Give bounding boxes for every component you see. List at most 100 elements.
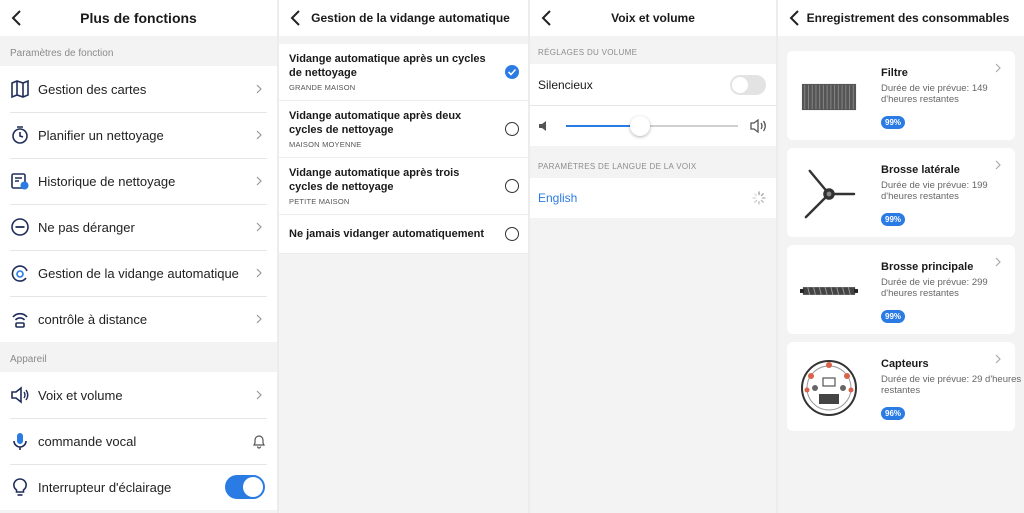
consumable-life: Durée de vie prévue: 149 d'heures restan… — [881, 83, 988, 105]
menu-item-label: Gestion des cartes — [38, 81, 147, 97]
page-title: Voix et volume — [611, 11, 695, 25]
option-subtitle: MAISON MOYENNE — [289, 140, 362, 149]
silent-toggle[interactable] — [730, 74, 766, 95]
menu-item-auto-empty[interactable]: Gestion de la vidange automatique — [0, 250, 277, 296]
menu-item-label: Gestion de la vidange automatique — [38, 265, 239, 281]
volume-settings: Silencieux — [530, 64, 776, 146]
chevron-right-icon — [995, 354, 1001, 364]
option-three-cycles[interactable]: Vidange automatique après trois cycles d… — [279, 158, 528, 215]
menu-item-do-not-disturb[interactable]: Ne pas déranger — [0, 204, 277, 250]
bell-icon[interactable] — [251, 433, 267, 449]
menu-item-label: Historique de nettoyage — [38, 173, 176, 189]
chevron-right-icon — [995, 257, 1001, 267]
consumable-percent-badge: 96% — [881, 407, 906, 420]
back-arrow-icon[interactable] — [538, 8, 558, 28]
auto-empty-icon — [10, 263, 30, 283]
remote-control-icon — [10, 309, 30, 329]
filter-image — [799, 69, 859, 124]
history-icon — [10, 171, 30, 191]
section-label: RÉGLAGES DU VOLUME — [538, 48, 638, 57]
menu-item-label: contrôle à distance — [38, 311, 148, 327]
option-two-cycles[interactable]: Vidange automatique après deux cycles de… — [279, 101, 528, 158]
header: Voix et volume — [530, 0, 776, 36]
back-arrow-icon[interactable] — [8, 8, 28, 28]
light-toggle[interactable] — [225, 475, 265, 499]
auto-empty-options: Vidange automatique après un cycles de n… — [279, 44, 528, 254]
menu-item-label: Interrupteur d'éclairage — [38, 479, 172, 495]
radio-unselected[interactable] — [505, 227, 519, 241]
menu-item-label: Voix et volume — [38, 387, 123, 403]
option-title: Vidange automatique après un cycles de n… — [289, 53, 486, 79]
page-title: Enregistrement des consommables — [806, 11, 1010, 25]
consumable-name: Brosse latérale — [881, 164, 960, 176]
consumable-percent-badge: 99% — [881, 310, 906, 323]
consumable-name: Filtre — [881, 67, 908, 79]
volume-knob[interactable] — [629, 116, 650, 136]
consumable-card-main-brush[interactable]: Brosse principale Durée de vie prévue: 2… — [787, 245, 1015, 334]
header: Enregistrement des consommables — [778, 0, 1024, 36]
chevron-right-icon — [256, 268, 262, 278]
device-list: Voix et volume commande vocal Interrupte… — [0, 372, 277, 510]
radio-unselected[interactable] — [505, 179, 519, 193]
page-title: Gestion de la vidange automatique — [311, 11, 510, 25]
section-label: Appareil — [10, 354, 47, 365]
menu-item-remote-control[interactable]: contrôle à distance — [0, 296, 277, 342]
main-brush-image — [799, 263, 859, 318]
radio-selected[interactable] — [505, 65, 519, 79]
consumable-life: Durée de vie prévue: 29 d'heures restant… — [881, 374, 1022, 396]
silent-label: Silencieux — [538, 77, 593, 92]
menu-item-voice-volume[interactable]: Voix et volume — [0, 372, 277, 418]
page-title: Plus de fonctions — [80, 10, 197, 26]
section-label: PARAMÈTRES DE LANGUE DE LA VOIX — [538, 162, 697, 171]
chevron-right-icon — [256, 130, 262, 140]
option-title: Vidange automatique après deux cycles de… — [289, 110, 462, 136]
consumable-card-sensors[interactable]: Capteurs Durée de vie prévue: 29 d'heure… — [787, 342, 1021, 431]
volume-high-icon — [750, 118, 766, 134]
volume-slider-row — [530, 106, 776, 146]
chevron-right-icon — [256, 84, 262, 94]
function-settings-list: Gestion des cartes Planifier un nettoyag… — [0, 66, 277, 342]
microphone-icon — [10, 431, 30, 451]
voice-volume-panel: Voix et volume RÉGLAGES DU VOLUME Silenc… — [530, 0, 776, 513]
sensors-image — [799, 359, 859, 416]
option-subtitle: GRANDE MAISON — [289, 83, 356, 92]
menu-item-label: Planifier un nettoyage — [38, 127, 164, 143]
menu-item-label: commande vocal — [38, 433, 137, 449]
map-icon — [10, 79, 30, 99]
consumable-name: Brosse principale — [881, 261, 974, 273]
section-label: Paramètres de fonction — [10, 48, 114, 59]
consumable-card-filter[interactable]: Filtre Durée de vie prévue: 149 d'heures… — [787, 51, 1015, 140]
consumable-percent-badge: 99% — [881, 116, 906, 129]
option-title: Vidange automatique après trois cycles d… — [289, 167, 460, 193]
menu-item-history[interactable]: Historique de nettoyage — [0, 158, 277, 204]
menu-item-schedule[interactable]: Planifier un nettoyage — [0, 112, 277, 158]
option-never[interactable]: Ne jamais vidanger automatiquement — [279, 215, 528, 254]
radio-unselected[interactable] — [505, 122, 519, 136]
chevron-right-icon — [256, 314, 262, 324]
language-value: English — [538, 191, 578, 205]
do-not-disturb-icon — [10, 217, 30, 237]
volume-fill — [566, 125, 640, 127]
side-brush-image — [799, 166, 859, 221]
silent-row: Silencieux — [530, 64, 776, 106]
consumable-name: Capteurs — [881, 358, 929, 370]
volume-slider[interactable] — [566, 116, 738, 136]
header: Plus de fonctions — [0, 0, 277, 36]
consumable-percent-badge: 99% — [881, 213, 906, 226]
option-title: Ne jamais vidanger automatiquement — [289, 228, 484, 240]
chevron-right-icon — [995, 160, 1001, 170]
menu-item-map-management[interactable]: Gestion des cartes — [0, 66, 277, 112]
back-arrow-icon[interactable] — [786, 8, 806, 28]
back-arrow-icon[interactable] — [287, 8, 307, 28]
more-functions-panel: Plus de fonctions Paramètres de fonction… — [0, 0, 277, 513]
consumable-life: Durée de vie prévue: 199 d'heures restan… — [881, 180, 988, 202]
consumables-panel: Enregistrement des consommables Filtre D… — [778, 0, 1024, 513]
menu-item-light-switch: Interrupteur d'éclairage — [0, 464, 277, 510]
auto-empty-panel: Gestion de la vidange automatique Vidang… — [279, 0, 528, 513]
chevron-right-icon — [256, 222, 262, 232]
menu-item-voice-command[interactable]: commande vocal — [0, 418, 277, 464]
language-row[interactable]: English — [530, 178, 776, 218]
consumable-card-side-brush[interactable]: Brosse latérale Durée de vie prévue: 199… — [787, 148, 1015, 237]
option-subtitle: PETITE MAISON — [289, 197, 350, 206]
option-one-cycle[interactable]: Vidange automatique après un cycles de n… — [279, 44, 528, 101]
